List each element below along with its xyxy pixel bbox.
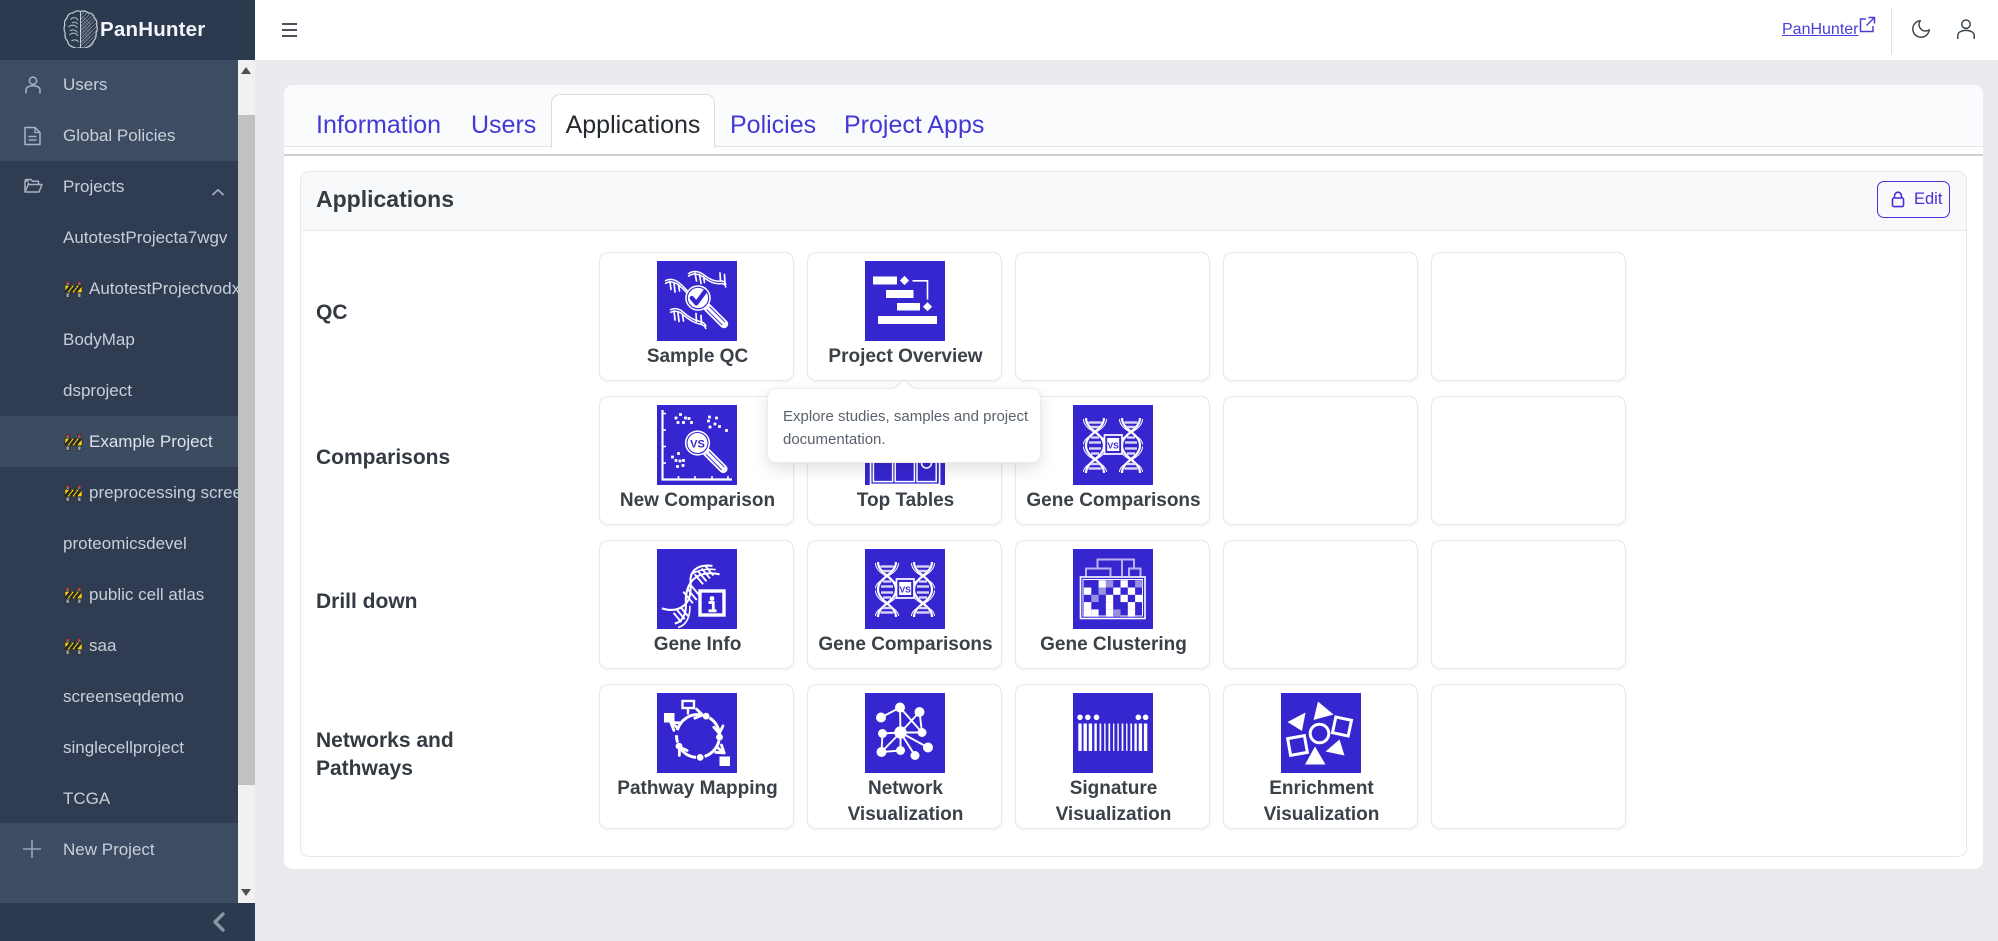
svg-text:VS: VS [1108, 440, 1120, 450]
svg-text:VS: VS [690, 439, 705, 451]
svg-text:VS: VS [900, 584, 912, 594]
